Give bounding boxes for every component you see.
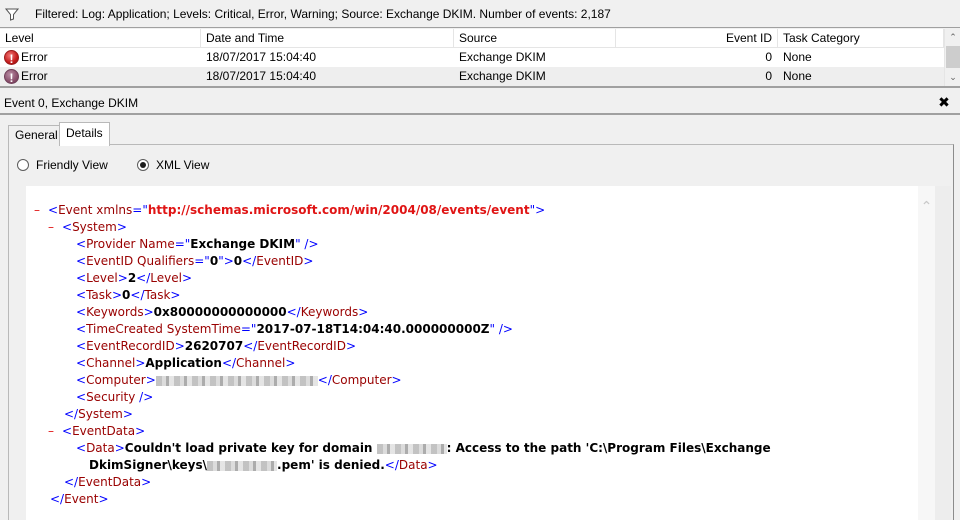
- scroll-down-icon[interactable]: ⌄: [945, 69, 960, 85]
- filter-description: Filtered: Log: Application; Levels: Crit…: [35, 6, 611, 21]
- event-list-header: Level Date and Time Source Event ID Task…: [0, 29, 944, 48]
- xml-line-channel: <Channel>Application</Channel>: [76, 356, 296, 370]
- event-list: Level Date and Time Source Event ID Task…: [0, 29, 960, 88]
- source-cell: Exchange DKIM: [459, 69, 546, 83]
- xml-line-level: <Level>2</Level>: [76, 271, 193, 285]
- xml-view-scrollbar[interactable]: ⌃: [918, 186, 935, 520]
- filter-funnel-icon: [5, 8, 19, 21]
- error-icon: [4, 50, 19, 69]
- xml-view-label: XML View: [156, 158, 210, 172]
- xml-line-time-created: <TimeCreated SystemTime="2017-07-18T14:0…: [76, 322, 513, 336]
- xml-line-event-id: <EventID Qualifiers="0">0</EventID>: [76, 254, 314, 268]
- source-cell: Exchange DKIM: [459, 50, 546, 64]
- collapse-event-toggle[interactable]: –: [34, 202, 48, 219]
- event-row[interactable]: Error 18/07/2017 15:04:40 Exchange DKIM …: [0, 67, 944, 88]
- collapse-eventdata-toggle[interactable]: –: [48, 423, 62, 440]
- xml-line-data: <Data>Couldn't load private key for doma…: [76, 441, 771, 455]
- xml-content: – <Event xmlns="http://schemas.microsoft.…: [34, 202, 771, 508]
- error-icon: [4, 69, 19, 88]
- task-category-cell: None: [783, 69, 812, 83]
- friendly-view-option[interactable]: Friendly View: [17, 156, 108, 174]
- xml-line-keywords: <Keywords>0x80000000000000</Keywords>: [76, 305, 369, 319]
- level-cell: Error: [0, 67, 201, 88]
- event-detail-header: Event 0, Exchange DKIM ✖: [0, 91, 960, 115]
- column-header-event-id[interactable]: Event ID: [616, 29, 778, 48]
- friendly-view-label: Friendly View: [36, 158, 108, 172]
- close-icon[interactable]: ✖: [936, 94, 952, 110]
- event-id-cell: 0: [765, 50, 772, 64]
- friendly-view-radio[interactable]: [17, 159, 29, 171]
- level-cell: Error: [0, 48, 201, 69]
- xmlns-value: http://schemas.microsoft.com/win/2004/08…: [147, 203, 530, 217]
- column-header-source[interactable]: Source: [454, 29, 616, 48]
- scroll-up-icon[interactable]: ⌃: [918, 198, 935, 215]
- redacted-computer-name: [155, 375, 318, 386]
- tab-details[interactable]: Details: [59, 122, 110, 146]
- xml-line-event-record-id: <EventRecordID>2620707</EventRecordID>: [76, 339, 356, 353]
- event-list-scrollbar[interactable]: ⌃ ⌄: [944, 29, 960, 86]
- xml-view-option[interactable]: XML View: [137, 156, 209, 174]
- column-header-date-time[interactable]: Date and Time: [201, 29, 454, 48]
- datetime-cell: 18/07/2017 15:04:40: [206, 69, 317, 83]
- collapse-system-toggle[interactable]: –: [48, 219, 62, 236]
- scroll-up-icon[interactable]: ⌃: [945, 29, 960, 45]
- redacted-key-name: [207, 460, 278, 471]
- xml-view-radio[interactable]: [137, 159, 149, 171]
- scrollbar-thumb[interactable]: [946, 46, 960, 68]
- xml-line-event-open: – <Event xmlns="http://schemas.microsoft.…: [34, 202, 546, 219]
- task-category-cell: None: [783, 50, 812, 64]
- xml-gutter: [935, 186, 951, 520]
- xml-line-eventdata-open: – <EventData>: [48, 423, 146, 440]
- xml-line-provider: <Provider Name="Exchange DKIM" />: [76, 237, 319, 251]
- redacted-domain: [376, 443, 447, 454]
- xml-line-system-open: – <System>: [48, 219, 127, 236]
- xml-line-system-close: </System>: [64, 407, 133, 421]
- datetime-cell: 18/07/2017 15:04:40: [206, 50, 317, 64]
- xml-line-computer: <Computer> </Computer>: [76, 373, 402, 387]
- xml-line-event-close: </Event>: [50, 492, 109, 506]
- tab-general[interactable]: General: [8, 125, 60, 145]
- filter-bar: Filtered: Log: Application; Levels: Crit…: [0, 0, 960, 28]
- xml-line-data-cont: DkimSigner\keys\ .pem' is denied.</Data>: [89, 458, 438, 472]
- column-header-task-category[interactable]: Task Category: [778, 29, 944, 48]
- column-header-level[interactable]: Level: [0, 29, 201, 48]
- event-id-cell: 0: [765, 69, 772, 83]
- xml-line-task: <Task>0</Task>: [76, 288, 181, 302]
- xml-line-security: <Security />: [76, 390, 154, 404]
- xml-line-eventdata-close: </EventData>: [64, 475, 152, 489]
- event-row[interactable]: Error 18/07/2017 15:04:40 Exchange DKIM …: [0, 48, 944, 69]
- event-detail-title: Event 0, Exchange DKIM: [4, 96, 139, 110]
